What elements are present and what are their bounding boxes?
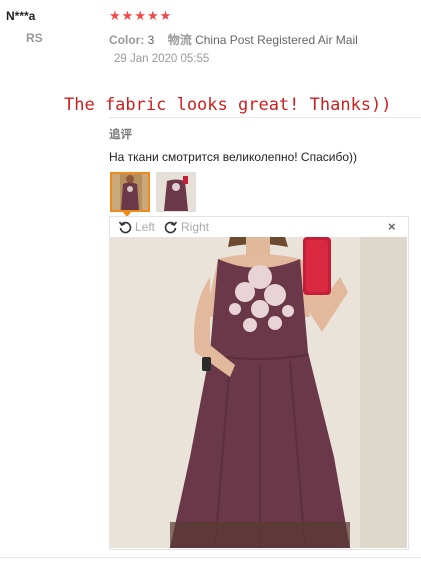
star-rating: ★ ★ ★ ★ ★: [109, 9, 171, 22]
thumbnail-image: [157, 173, 195, 211]
translation-caption: The fabric looks great! Thanks)): [64, 95, 392, 115]
color-value: 3: [147, 33, 155, 47]
star-icon: ★: [159, 8, 172, 23]
thumbnail-image: [112, 174, 148, 210]
review-photo: [110, 237, 407, 548]
rotate-right-button[interactable]: Right: [164, 220, 209, 234]
photo-thumbnail-1[interactable]: [110, 172, 150, 212]
review-photo-image: [110, 237, 407, 548]
star-icon: ★: [134, 8, 146, 23]
reviewer-country: RS: [26, 31, 43, 45]
additional-feedback-label: 追评: [109, 129, 132, 141]
star-icon: ★: [109, 8, 121, 23]
review-date: 29 Jan 2020 05:55: [114, 53, 210, 65]
star-icon: ★: [121, 8, 134, 23]
rotate-right-label: Right: [181, 220, 210, 234]
shipping-label: 物流: [167, 33, 192, 47]
star-icon: ★: [146, 8, 159, 23]
rotate-left-button[interactable]: Left: [118, 220, 155, 234]
divider: [109, 117, 421, 118]
shipping-value: China Post Registered Air Mail: [195, 33, 358, 47]
review-text: На ткани смотрится великолепно! Спасибо)…: [109, 150, 357, 164]
close-icon[interactable]: ×: [388, 219, 396, 234]
color-label: Color:: [109, 33, 145, 47]
rotate-left-icon: [118, 221, 132, 234]
rotate-left-label: Left: [135, 220, 156, 234]
divider: [0, 557, 421, 558]
order-meta: Color: 3 物流 China Post Registered Air Ma…: [109, 31, 358, 48]
photo-thumbnail-2[interactable]: [156, 172, 196, 212]
rotate-right-icon: [164, 221, 178, 234]
reviewer-name: N***a: [6, 9, 36, 23]
